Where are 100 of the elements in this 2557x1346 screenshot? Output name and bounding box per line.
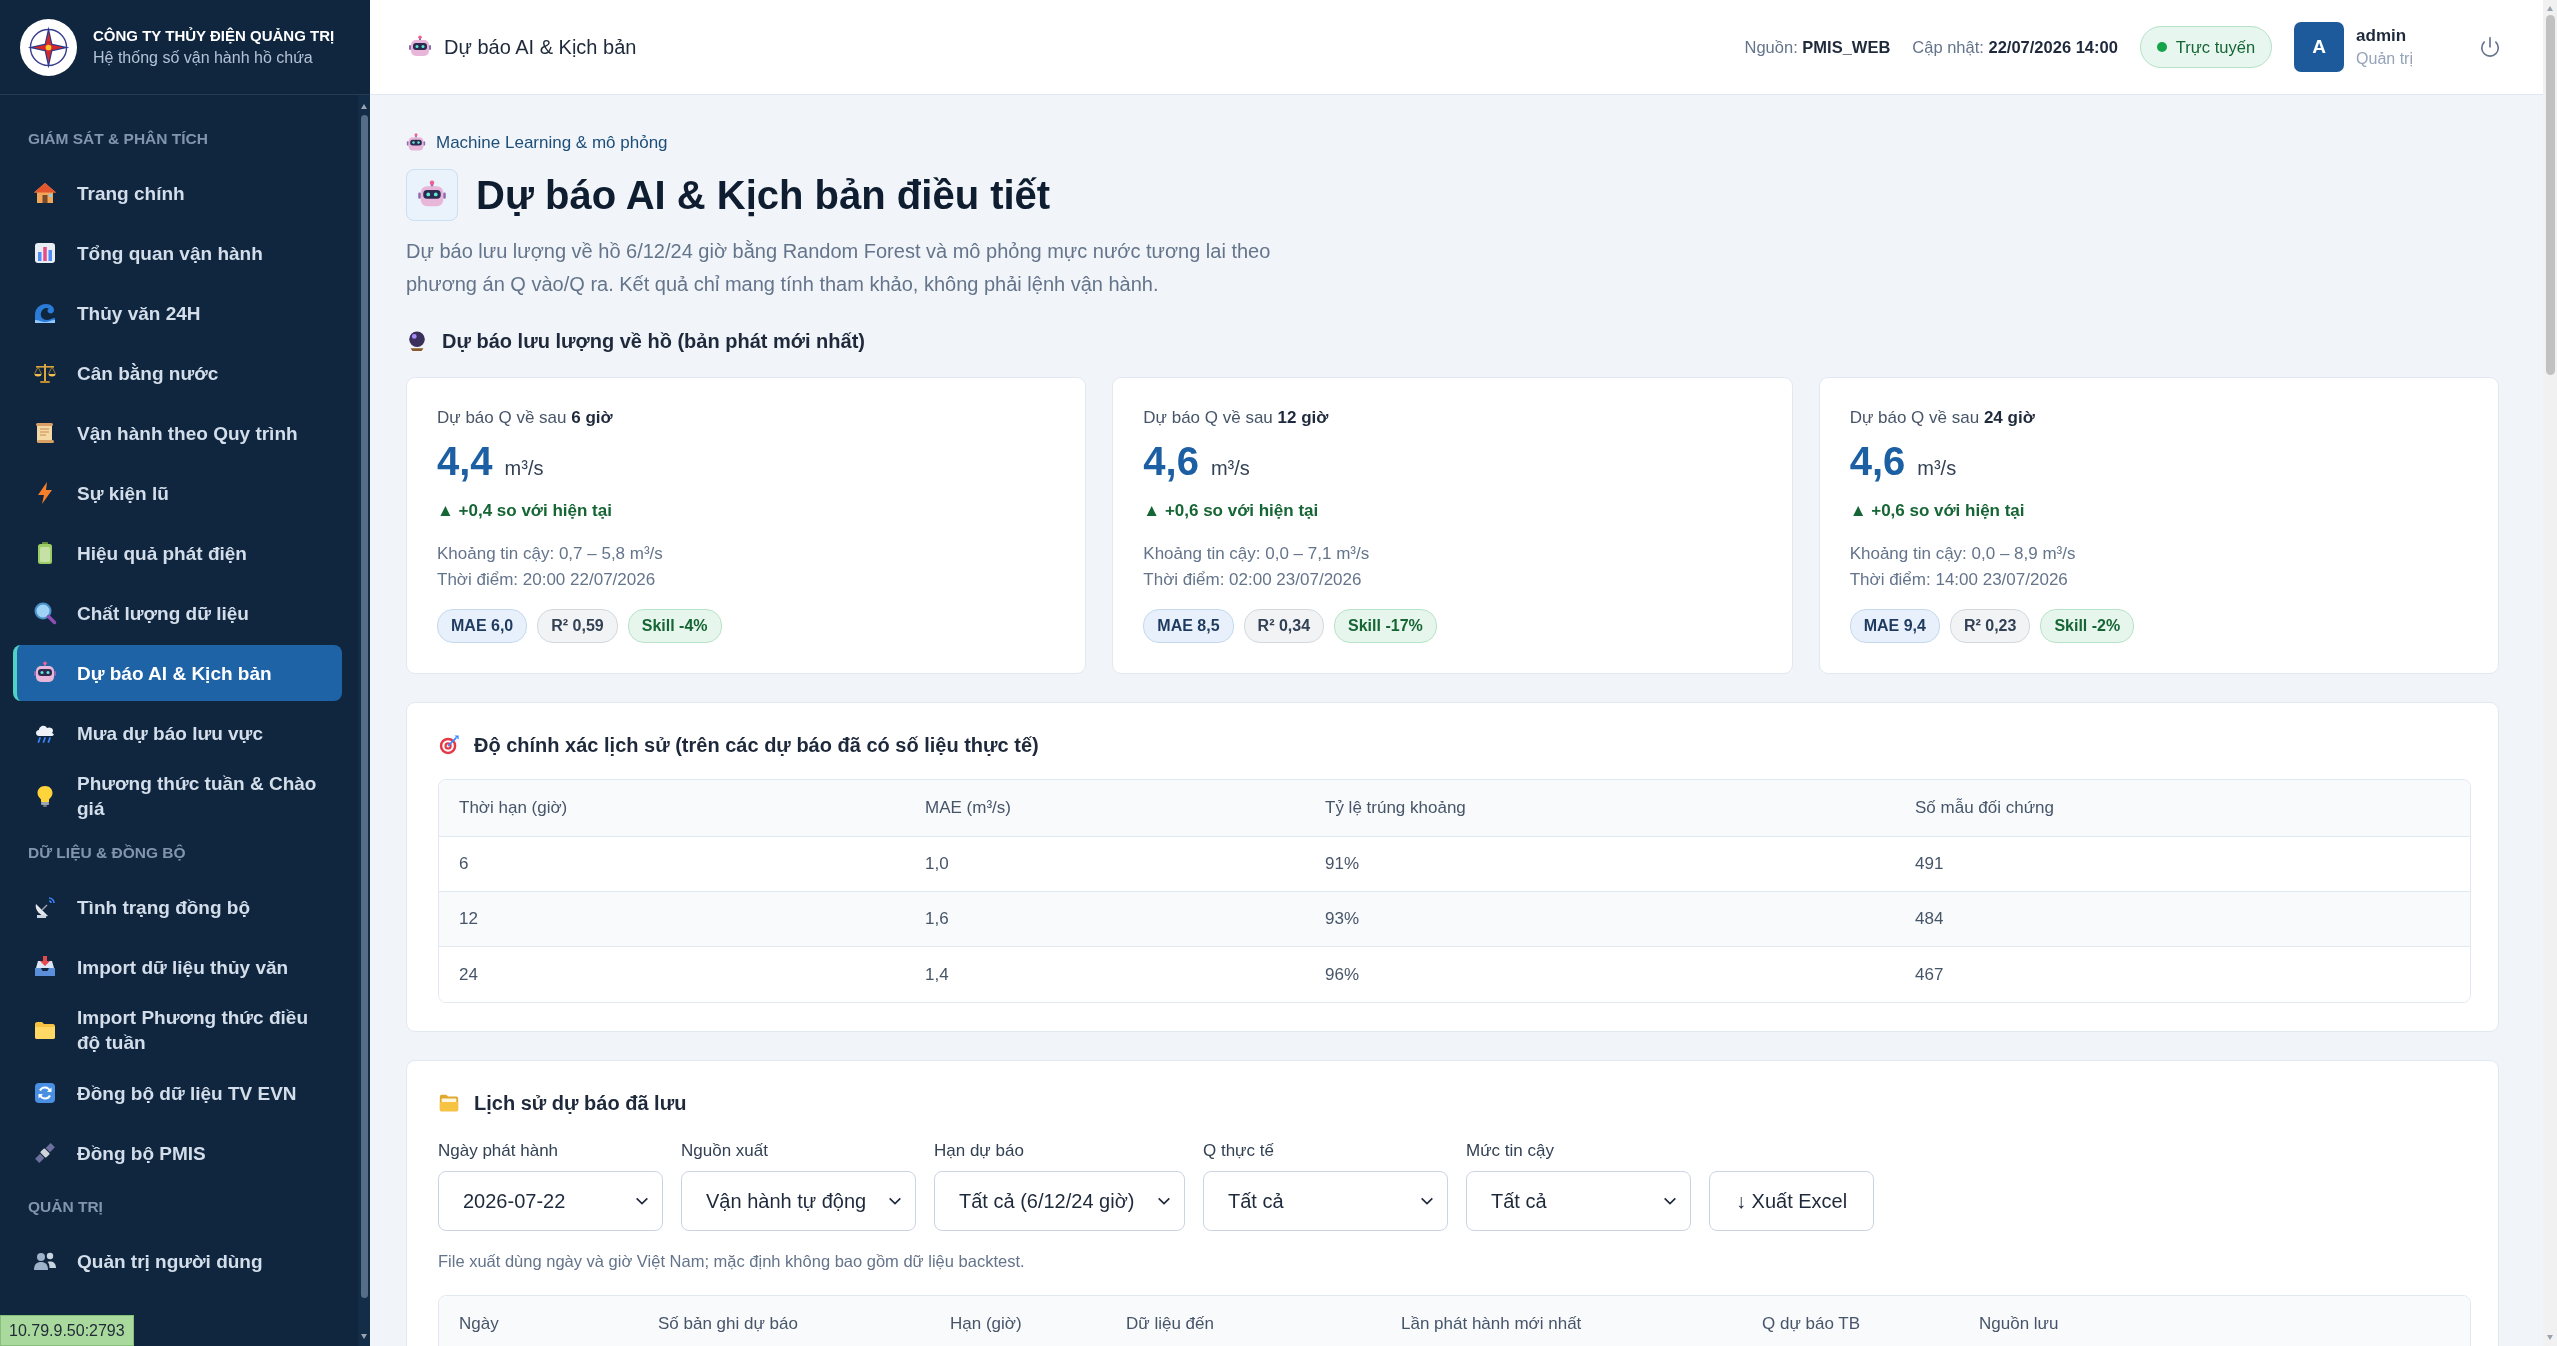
- unit-label: m³/s: [1917, 456, 1957, 481]
- nav-item[interactable]: Tình trạng đồng bộ: [13, 879, 342, 935]
- robot-icon: [406, 133, 426, 153]
- column-header: Q dự báo TB: [1742, 1296, 1959, 1346]
- forecast-label: Dự báo Q về sau 24 giờ: [1849, 407, 2036, 429]
- updated-text: Cập nhật: 22/07/2026 14:00: [1912, 37, 2118, 57]
- house-icon: [33, 181, 57, 205]
- wave-icon: [33, 301, 57, 325]
- scrollbar-thumb[interactable]: [2545, 15, 2555, 375]
- avatar[interactable]: A: [2294, 22, 2345, 72]
- nav-item[interactable]: Phương thức tuần & Chào giá: [13, 765, 342, 827]
- interval-text: Khoảng tin cậy: 0,7 – 5,8 m³/s: [437, 543, 664, 565]
- refresh-icon: [33, 1081, 57, 1105]
- table-cell-text: 96%: [1324, 963, 1361, 986]
- nav-item[interactable]: Tổng quan vận hành: [13, 225, 342, 281]
- field-label: Ngày phát hành: [438, 1140, 560, 1162]
- metric-badge: MAE 8,5: [1143, 609, 1234, 643]
- metric-badge: R² 0,34: [1243, 609, 1325, 643]
- nav-item[interactable]: Vận hành theo Quy trình: [13, 405, 342, 461]
- robot-icon: [408, 35, 432, 59]
- power-icon: [2479, 36, 2501, 58]
- column-header: Ngày: [439, 1296, 638, 1346]
- interval-text: Khoảng tin cậy: 0,0 – 8,9 m³/s: [1849, 543, 2077, 565]
- forecast-label: Dự báo Q về sau 12 giờ: [1143, 407, 1330, 429]
- metric-badge: MAE 9,4: [1849, 609, 1940, 643]
- dropdown[interactable]: Tất cả: [1203, 1171, 1448, 1231]
- column-header: Số bản ghi dự báo: [638, 1296, 930, 1346]
- source-text: Nguồn: PMIS_WEB: [1744, 37, 1891, 57]
- robot-icon: [33, 661, 57, 685]
- nav-item[interactable]: Sự kiện lũ: [13, 465, 342, 521]
- forecast-label: Dự báo Q về sau 6 giờ: [437, 407, 614, 429]
- user-role: Quản trị: [2356, 50, 2413, 68]
- unit-label: m³/s: [1210, 456, 1250, 481]
- scroll-icon: [33, 421, 57, 445]
- page-description: Dự báo lưu lượng về hồ 6/12/24 giờ bằng Random Forest và mô phỏng mực nước tương lai theo phương án Q vào/Q ra. Kết quả chỉ mang tính tham khảo, không phải lệnh vận hành.: [406, 239, 1272, 297]
- scales-icon: [33, 361, 57, 385]
- nav-item[interactable]: Thủy văn 24H: [13, 285, 342, 341]
- nav-item[interactable]: Trang chính: [13, 165, 342, 221]
- page-title: Dự báo AI & Kịch bản điều tiết: [476, 172, 1051, 218]
- nav-section-title: QUẢN TRỊ: [27, 1197, 104, 1217]
- satellite-icon: [33, 1141, 57, 1165]
- inbox-tray-icon: [33, 955, 57, 979]
- target-icon: [438, 734, 460, 756]
- column-header: Lần phát hành mới nhất: [1381, 1296, 1742, 1346]
- nav-item[interactable]: Đồng bộ PMIS: [13, 1125, 342, 1181]
- column-header: MAE (m³/s): [905, 780, 1305, 837]
- interval-text: Khoảng tin cậy: 0,0 – 7,1 m³/s: [1143, 543, 1371, 565]
- company-subtitle: Hệ thống số vận hành hồ chứa: [93, 49, 314, 67]
- metric-badge: Skill -2%: [2040, 609, 2135, 643]
- column-header: Thời hạn (giờ): [439, 780, 905, 837]
- nav-item[interactable]: Quản trị người dùng: [13, 1233, 342, 1289]
- column-header: Nguồn lưu: [1959, 1296, 2470, 1346]
- metric-badge: MAE 6,0: [437, 609, 528, 643]
- forecast-value: 4,4: [437, 438, 493, 485]
- table-cell-text: 1,4: [924, 963, 950, 986]
- nav-item[interactable]: Đồng bộ dữ liệu TV EVN: [13, 1065, 342, 1121]
- dropdown[interactable]: Tất cả (6/12/24 giờ): [934, 1171, 1185, 1231]
- field-label: Mức tin cậy: [1466, 1140, 1555, 1162]
- nav-item[interactable]: Chất lượng dữ liệu: [13, 585, 342, 641]
- column-header: Dữ liệu đến: [1106, 1296, 1381, 1346]
- table-cell-text: 467: [1914, 963, 1945, 986]
- metric-badge: Skill -4%: [627, 609, 722, 643]
- nav-item[interactable]: Dự báo AI & Kịch bản: [13, 645, 342, 701]
- section-title: Dự báo lưu lượng về hồ (bản phát mới nhất): [442, 329, 865, 354]
- field-label: Hạn dự báo: [934, 1140, 1025, 1162]
- forecast-value: 4,6: [1143, 438, 1199, 485]
- satellite-dish-icon: [33, 895, 57, 919]
- magnifier-icon: [33, 601, 57, 625]
- user-name: admin: [2356, 26, 2408, 46]
- nav-item[interactable]: Mưa dự báo lưu vực: [13, 705, 342, 761]
- time-text: Thời điểm: 02:00 23/07/2026: [1143, 569, 1363, 591]
- nav-item[interactable]: Hiệu quả phát điện: [13, 525, 342, 581]
- crystal-ball-icon: [406, 330, 428, 352]
- company-name: CÔNG TY THỦY ĐIỆN QUẢNG TRỊ: [93, 27, 335, 44]
- nav-section-title: GIÁM SÁT & PHÂN TÍCH: [27, 129, 209, 149]
- eyebrow-text: Machine Learning & mô phỏng: [436, 132, 668, 154]
- time-text: Thời điểm: 14:00 23/07/2026: [1849, 569, 2069, 591]
- panel-title: Độ chính xác lịch sử (trên các dự báo đã có số liệu thực tế): [474, 733, 1039, 758]
- field-label: Nguồn xuất: [681, 1140, 769, 1162]
- dropdown[interactable]: Tất cả: [1466, 1171, 1691, 1231]
- change-text: ▲ +0,4 so với hiện tại: [437, 500, 613, 522]
- panel-title: Lịch sử dự báo đã lưu: [474, 1091, 687, 1116]
- column-header: Số mẫu đối chứng: [1895, 780, 2470, 837]
- metric-badge: R² 0,23: [1949, 609, 2031, 643]
- nav-item[interactable]: Import Phương thức điều độ tuần: [13, 999, 342, 1061]
- header-title: Dự báo AI & Kịch bản: [444, 35, 637, 59]
- dropdown[interactable]: 2026-07-22: [438, 1171, 663, 1231]
- nav-item[interactable]: Cân bằng nước: [13, 345, 342, 401]
- column-header: Hạn (giờ): [930, 1296, 1106, 1346]
- export-button[interactable]: ↓ Xuất Excel: [1709, 1171, 1875, 1231]
- bar-chart-icon: [33, 241, 57, 265]
- forecast-value: 4,6: [1849, 438, 1906, 485]
- dropdown[interactable]: Vận hành tự động: [681, 1171, 916, 1231]
- nav-item[interactable]: Import dữ liệu thủy văn: [13, 939, 342, 995]
- metric-badge: R² 0,59: [537, 609, 618, 643]
- status-label: Trực tuyến: [2175, 37, 2256, 57]
- link-status-tooltip: 10.79.9.50:2793: [0, 1315, 134, 1346]
- column-header: Tỷ lệ trúng khoảng: [1305, 780, 1895, 837]
- scrollbar-thumb[interactable]: [360, 115, 368, 1298]
- note-text: File xuất dùng ngày và giờ Việt Nam; mặc định không bao gồm dữ liệu backtest.: [438, 1251, 1026, 1272]
